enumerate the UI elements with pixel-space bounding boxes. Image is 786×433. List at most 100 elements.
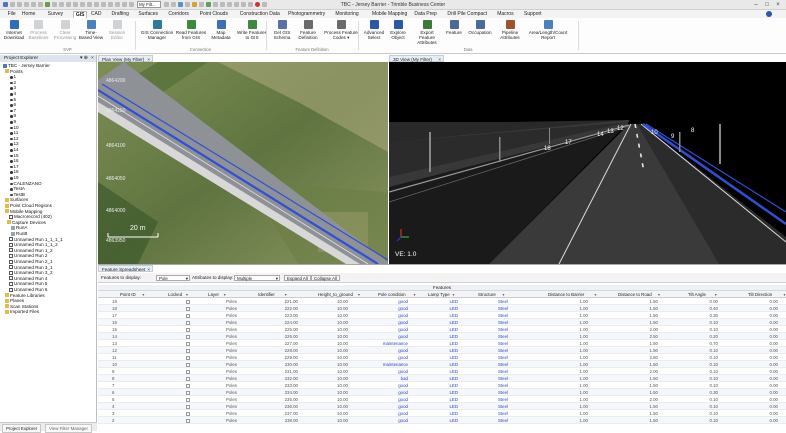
- column-header[interactable]: Distance to Barrier: [548, 291, 584, 298]
- tree-item[interactable]: 18: [9, 169, 19, 174]
- tree-item[interactable]: TestB: [9, 192, 25, 197]
- table-row[interactable]: 17 Poles 223.00 10.00 good LED Steel 1.00 1.50 0.…: [98, 312, 786, 319]
- tree-item[interactable]: 13: [9, 141, 19, 146]
- tree-item[interactable]: 12: [9, 136, 19, 141]
- write-features-to-gis-button[interactable]: Write Features to GIS: [235, 20, 269, 40]
- column-header[interactable]: Structure: [478, 291, 496, 298]
- session-editor-button[interactable]: Session Editor: [106, 20, 128, 40]
- column-header[interactable]: Identifier: [258, 291, 275, 298]
- table-row[interactable]: 11 Poles 229.00 10.00 good LED Steel 1.00 2.80 0.…: [98, 354, 786, 361]
- tab-monitoring[interactable]: Monitoring: [330, 11, 364, 18]
- table-row[interactable]: 19 Poles 221.00 10.00 good LED Steel 1.00 1.50 0.…: [98, 298, 786, 305]
- tree-item[interactable]: Point Cloud Regions: [5, 203, 52, 208]
- column-header[interactable]: Pole condition: [378, 291, 406, 298]
- filter-icon[interactable]: ▼: [502, 293, 506, 297]
- process-baselines-button[interactable]: Process Baselines: [26, 20, 51, 40]
- tab-mobile-mapping[interactable]: Mobile Mapping: [367, 11, 412, 18]
- table-row[interactable]: 18 Poles 222.00 10.00 good LED Steel 1.00 1.50 0.…: [98, 305, 786, 312]
- table-row[interactable]: 14 Poles 226.00 10.00 good LED Steel 1.00 2.50 0.…: [98, 333, 786, 340]
- close-spreadsheet-icon[interactable]: ×: [147, 266, 150, 273]
- tab-feature-spreadsheet[interactable]: Feature Spreadsheet ×: [98, 265, 153, 272]
- table-row[interactable]: 10 Poles 230.00 10.00 maintenance LED Steel 1.0…: [98, 361, 786, 368]
- tab-macros[interactable]: Macros: [494, 11, 517, 18]
- tree-item[interactable]: 9: [9, 119, 16, 124]
- column-header[interactable]: Point ID: [120, 291, 136, 298]
- tree-item[interactable]: 2: [9, 80, 16, 85]
- tree-item[interactable]: 7: [9, 108, 16, 113]
- table-row[interactable]: 9 Poles 231.00 10.00 good LED Steel 1.00 2.00 0.1…: [98, 368, 786, 375]
- filter-icon[interactable]: ▼: [223, 293, 227, 297]
- table-row[interactable]: 3 Poles 237.00 10.00 good LED Steel 1.00 1.50 0.1…: [98, 410, 786, 417]
- tab-surfaces[interactable]: Surfaces: [134, 11, 162, 18]
- tree-item[interactable]: 11: [9, 130, 18, 135]
- table-row[interactable]: 7 Poles 233.00 10.00 good LED Steel 1.00 1.50 0.1…: [98, 382, 786, 389]
- column-header[interactable]: Tilt Angle: [688, 291, 706, 298]
- occupation-button[interactable]: Occupation: [466, 20, 494, 35]
- tab-survey[interactable]: Survey: [44, 11, 67, 18]
- tree-item[interactable]: Macrorecord (402): [9, 214, 52, 219]
- tree-item[interactable]: CALENZANO: [9, 181, 42, 186]
- locked-checkbox[interactable]: [186, 355, 190, 360]
- tree-item[interactable]: Unnamed Run 1_1_2: [9, 242, 58, 247]
- get-gis-schema-button[interactable]: Get GIS Schema: [270, 20, 294, 40]
- locked-checkbox[interactable]: [186, 404, 190, 409]
- filter-icon[interactable]: ▼: [142, 293, 146, 297]
- tab-view-filter-manager[interactable]: View Filter Manager: [45, 424, 92, 433]
- area-length-count-report-button[interactable]: Area/Length/Count Report: [524, 20, 572, 40]
- table-row[interactable]: 15 Poles 225.00 10.00 good LED Steel 1.00 2.00 0.…: [98, 326, 786, 333]
- internet-download-button[interactable]: Internet Download: [2, 20, 26, 40]
- tree-item[interactable]: Points: [5, 69, 23, 74]
- tab-gis[interactable]: GIS: [73, 11, 88, 18]
- tab-file[interactable]: File: [3, 11, 20, 18]
- table-row[interactable]: 4 Poles 236.00 10.00 good LED Steel 1.00 1.50 0.1…: [98, 403, 786, 410]
- tree-item[interactable]: Unnamed Run 2: [9, 253, 47, 258]
- tree-item[interactable]: Mobile Mapping: [5, 209, 42, 214]
- tree-item[interactable]: 10: [9, 125, 19, 130]
- locked-checkbox[interactable]: [186, 390, 190, 395]
- locked-checkbox[interactable]: [186, 418, 190, 423]
- locked-checkbox[interactable]: [186, 327, 190, 332]
- tree-item[interactable]: Surfaces: [5, 197, 28, 202]
- tree-item[interactable]: TestA: [9, 186, 25, 191]
- locked-checkbox[interactable]: [186, 411, 190, 416]
- tree-item[interactable]: RunB: [11, 231, 28, 236]
- locked-checkbox[interactable]: [186, 299, 190, 304]
- read-features-from-gis-button[interactable]: Read Features from GIS: [175, 20, 207, 40]
- features-select[interactable]: Pole ▾: [156, 274, 190, 281]
- locked-checkbox[interactable]: [186, 362, 190, 367]
- export-feature-attributes-button[interactable]: Export Feature Attributes: [412, 20, 442, 45]
- tab-photogrammetry[interactable]: Photogrammetry: [284, 11, 329, 18]
- tab-point-clouds[interactable]: Point Clouds: [194, 11, 234, 18]
- feature-button[interactable]: Feature: [443, 20, 465, 35]
- tree-item[interactable]: 3: [9, 85, 16, 90]
- locked-checkbox[interactable]: [186, 320, 190, 325]
- tree-item[interactable]: Unnamed Run 1_1_1_1: [9, 237, 63, 242]
- filter-icon[interactable]: ▼: [657, 293, 661, 297]
- close-button[interactable]: ×: [774, 1, 782, 9]
- feature-definition-button[interactable]: Feature Definition: [295, 20, 321, 40]
- tab-home[interactable]: Home: [20, 11, 37, 18]
- tree-item[interactable]: 5: [9, 97, 16, 102]
- close-panel-icon[interactable]: ×: [91, 55, 94, 62]
- tree-item[interactable]: Unnamed Run 5: [9, 281, 47, 286]
- table-row[interactable]: 5 Poles 235.00 10.00 good LED Steel 1.00 2.00 0.1…: [98, 396, 786, 403]
- tree-item[interactable]: TBC - Jersey Barrier: [3, 63, 50, 68]
- tab-corridors[interactable]: Corridors: [163, 11, 194, 18]
- table-row[interactable]: 2 Poles 238.00 10.00 good LED Steel 1.00 1.50 0.1…: [98, 417, 786, 424]
- tree-item[interactable]: Feature Libraries: [5, 293, 45, 298]
- table-row[interactable]: 16 Poles 224.00 10.00 good LED Steel 1.00 1.50 0.…: [98, 319, 786, 326]
- tree-item[interactable]: Unnamed Run 2_1: [9, 259, 53, 264]
- process-feature-codes-button[interactable]: Process Feature Codes ▾: [322, 20, 360, 40]
- table-row[interactable]: 8 Poles 232.00 10.00 bad LED Steel 1.00 1.50 0.10…: [98, 375, 786, 382]
- filter-icon[interactable]: ▼: [452, 293, 456, 297]
- plan-view-canvas[interactable]: 4864200 4864150 4864100 4864050 4864000 48639…: [98, 62, 388, 264]
- tree-item[interactable]: 1: [9, 74, 16, 79]
- tree-item[interactable]: 17: [9, 164, 19, 169]
- tree-item[interactable]: 16: [9, 158, 19, 163]
- tree-item[interactable]: Scan Stations: [5, 304, 38, 309]
- tree-item[interactable]: Planes: [5, 298, 24, 303]
- tab-project-explorer[interactable]: Project Explorer: [2, 424, 42, 433]
- filter-icon[interactable]: ▼: [594, 293, 598, 297]
- 3d-view-canvas[interactable]: 18 17 14 13 12 10 9 8 VE: 1.0: [389, 62, 786, 264]
- map-metadata-button[interactable]: Map Metadata: [208, 20, 234, 40]
